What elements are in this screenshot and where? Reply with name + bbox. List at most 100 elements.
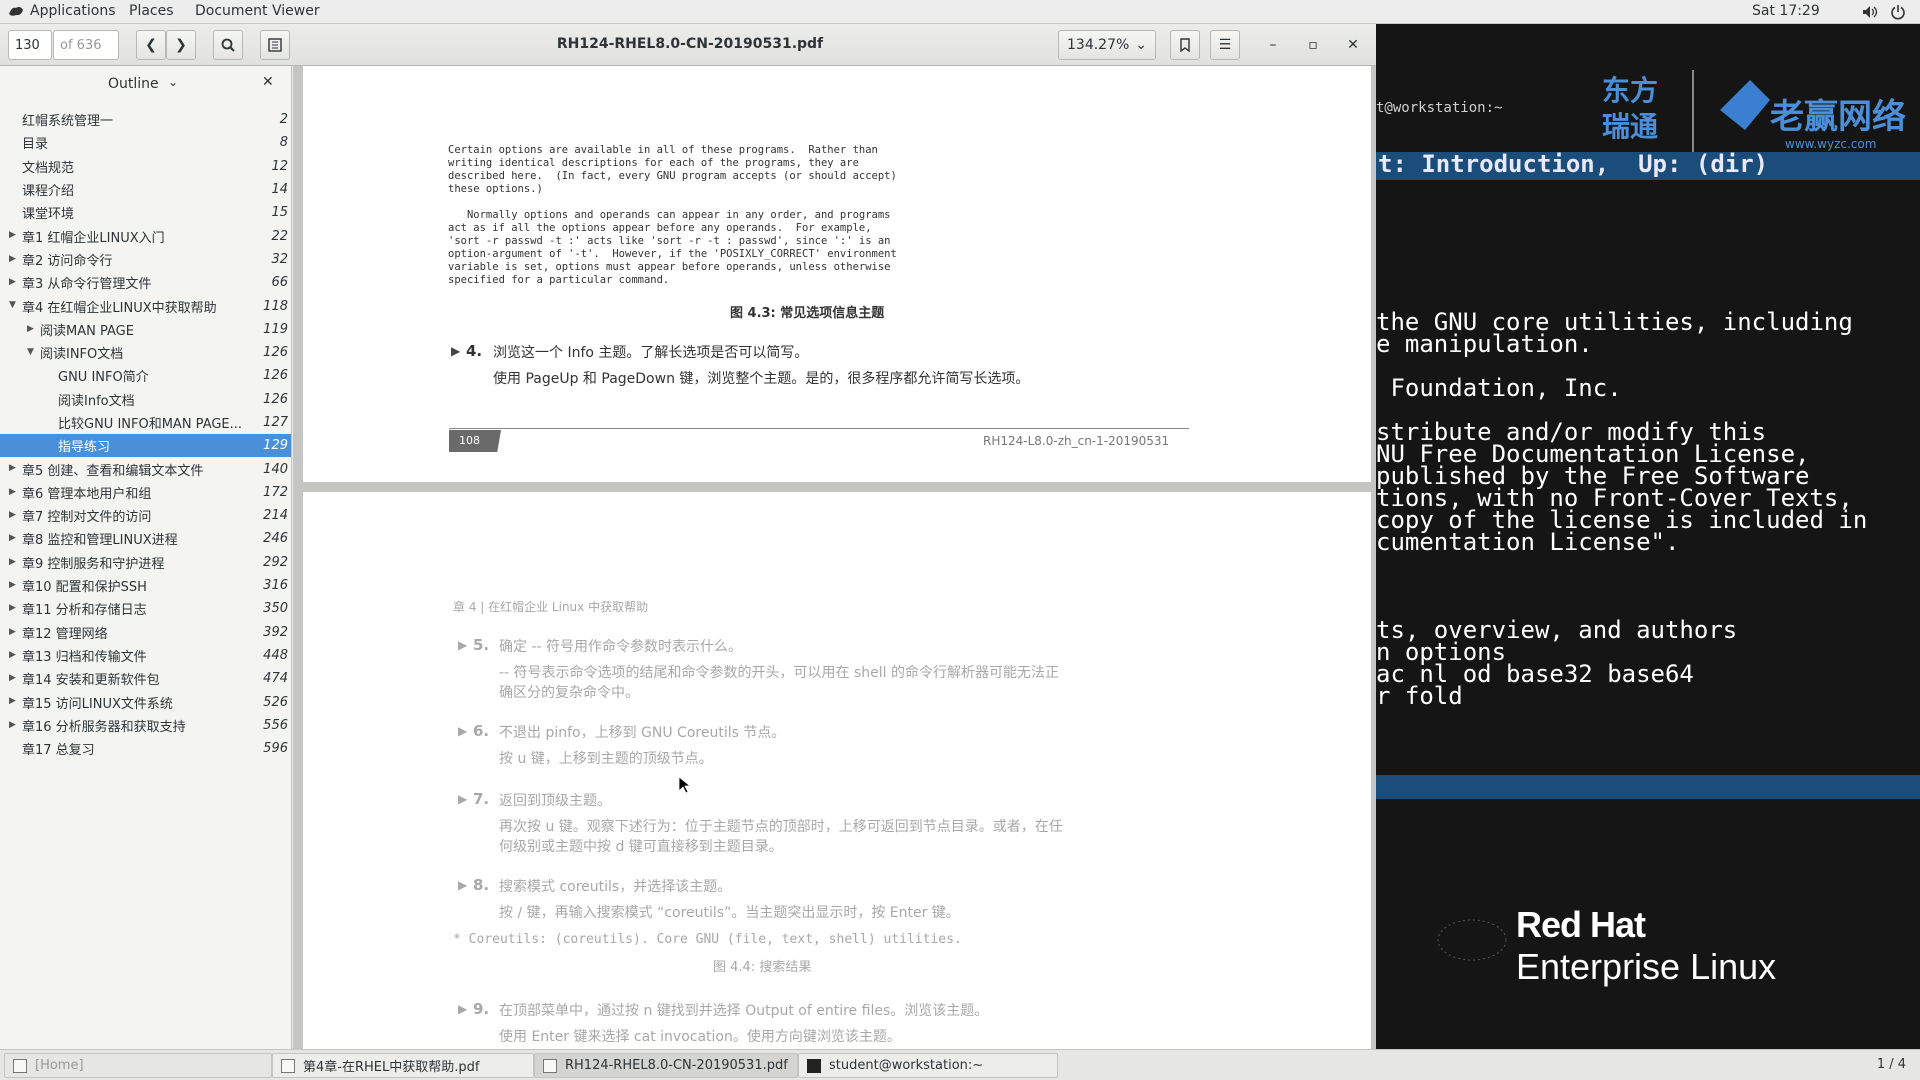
outline-item[interactable]: ▶ 章15 访问LINUX文件系统 526 <box>0 690 291 713</box>
annotations-button[interactable] <box>1170 30 1200 60</box>
outline-item-page: 32 <box>271 251 288 267</box>
volume-icon[interactable] <box>1862 5 1878 19</box>
outline-item-page: 172 <box>263 484 288 500</box>
collapsed-triangle-icon[interactable]: ▶ <box>9 650 16 660</box>
outline-item[interactable]: 课程介绍 14 <box>0 178 291 201</box>
outline-item-page: 14 <box>271 182 288 198</box>
step-detail: -- 符号表示命令选项的结尾和命令参数的开头，可以用在 shell 的命令行解析… <box>499 665 1060 681</box>
outline-item-label: 比较GNU INFO和MAN PAGE... <box>58 417 243 432</box>
collapsed-triangle-icon[interactable]: ▶ <box>9 487 16 497</box>
taskbar-item-course-pdf[interactable]: RH124-RHEL8.0-CN-20190531.pdf <box>534 1053 798 1078</box>
collapsed-triangle-icon[interactable]: ▶ <box>9 720 16 730</box>
bookmark-icon <box>1180 38 1190 52</box>
next-page-button[interactable]: ❯ <box>166 30 196 60</box>
outline-item[interactable]: 指导练习 129 <box>0 434 291 458</box>
outline-item[interactable]: GNU INFO简介 126 <box>0 364 291 387</box>
clock[interactable]: Sat 17:29 <box>1752 3 1820 19</box>
outline-item[interactable]: ▼ 阅读INFO文档 126 <box>0 341 291 364</box>
outline-item[interactable]: ▶ 章7 控制对文件的访问 214 <box>0 504 291 527</box>
applications-menu[interactable]: Applications <box>30 3 116 19</box>
expand-triangle-icon[interactable]: ▶ <box>458 638 467 652</box>
collapsed-triangle-icon[interactable]: ▶ <box>9 603 16 613</box>
expand-triangle-icon[interactable]: ▶ <box>458 724 467 738</box>
outline-item-page: 448 <box>263 647 288 663</box>
outline-item[interactable]: 课堂环境 15 <box>0 201 291 224</box>
workspace-pager[interactable]: 1 / 4 <box>1877 1057 1906 1072</box>
outline-item[interactable]: ▶ 章10 配置和保护SSH 316 <box>0 574 291 597</box>
outline-selector[interactable]: Outline <box>108 76 159 92</box>
outline-item[interactable]: ▶ 章5 创建、查看和编辑文本文件 140 <box>0 457 291 480</box>
outline-item[interactable]: ▶ 章13 归档和传输文件 448 <box>0 644 291 667</box>
outline-item[interactable]: ▶ 章14 安装和更新软件包 474 <box>0 667 291 690</box>
outline-item-page: 66 <box>271 275 288 291</box>
collapsed-triangle-icon[interactable]: ▶ <box>9 463 16 473</box>
expanded-triangle-icon[interactable]: ▼ <box>27 347 34 357</box>
maximize-icon: ▫ <box>1308 37 1318 53</box>
power-icon[interactable] <box>1890 4 1906 20</box>
expand-triangle-icon[interactable]: ▶ <box>458 878 467 892</box>
outline-item[interactable]: 目录 8 <box>0 131 291 154</box>
outline-item[interactable]: ▶ 章16 分析服务器和获取支持 556 <box>0 714 291 737</box>
previous-page-button[interactable]: ❮ <box>136 30 166 60</box>
outline-item-label: 指导练习 <box>58 440 111 456</box>
close-sidebar-icon[interactable]: ✕ <box>262 74 274 90</box>
outline-item[interactable]: ▶ 章8 监控和管理LINUX进程 246 <box>0 527 291 550</box>
outline-item[interactable]: ▶ 阅读MAN PAGE 119 <box>0 318 291 341</box>
collapsed-triangle-icon[interactable]: ▶ <box>9 627 16 637</box>
step-detail: 使用 Enter 键来选择 cat invocation。使用方向键浏览该主题。 <box>499 1029 901 1045</box>
collapsed-triangle-icon[interactable]: ▶ <box>9 557 16 567</box>
collapsed-triangle-icon[interactable]: ▶ <box>9 673 16 683</box>
page-number-input[interactable]: 130 <box>8 30 52 60</box>
outline-item[interactable]: 文档规范 12 <box>0 155 291 178</box>
maximize-button[interactable]: ▫ <box>1302 34 1324 56</box>
taskbar-item-chapter-pdf[interactable]: 第4章-在RHEL中获取帮助.pdf <box>272 1053 534 1078</box>
outline-item-label: 目录 <box>22 137 49 153</box>
outline-item[interactable]: ▼ 章4 在红帽企业LINUX中获取帮助 118 <box>0 294 291 317</box>
places-menu[interactable]: Places <box>129 3 174 19</box>
terminal-window[interactable]: t@workstation:~ 东方 瑞通 老赢网络 www.wyzc.com … <box>1376 24 1920 1049</box>
outline-item[interactable]: ▶ 章1 红帽企业LINUX入门 22 <box>0 224 291 247</box>
zoom-select[interactable]: 134.27% ⌄ <box>1058 30 1156 60</box>
outline-item[interactable]: ▶ 章6 管理本地用户和组 172 <box>0 481 291 504</box>
outline-item[interactable]: ▶ 章3 从命令行管理文件 66 <box>0 271 291 294</box>
collapsed-triangle-icon[interactable]: ▶ <box>9 510 16 520</box>
step-number: 4. <box>466 342 483 360</box>
sidebar-toggle-button[interactable] <box>260 30 290 60</box>
outline-item[interactable]: ▶ 章9 控制服务和守护进程 292 <box>0 551 291 574</box>
outline-item[interactable]: 比较GNU INFO和MAN PAGE... 127 <box>0 411 291 434</box>
close-button[interactable]: ✕ <box>1342 34 1364 56</box>
outline-item[interactable]: ▶ 章12 管理网络 392 <box>0 621 291 644</box>
expand-triangle-icon[interactable]: ▶ <box>458 1002 467 1016</box>
expanded-triangle-icon[interactable]: ▼ <box>9 300 16 310</box>
search-button[interactable] <box>213 30 243 60</box>
document-view[interactable]: Certain options are available in all of … <box>293 66 1376 1049</box>
outline-item[interactable]: ▶ 章2 访问命令行 32 <box>0 248 291 271</box>
collapsed-triangle-icon[interactable]: ▶ <box>9 580 16 590</box>
expand-triangle-icon[interactable]: ▶ <box>458 792 467 806</box>
document-viewer-window[interactable]: 130 of 636 ❮ ❯ RH124-RHEL8.0-CN-20190531… <box>0 24 1376 1049</box>
minimize-button[interactable]: – <box>1262 34 1284 56</box>
applications-icon <box>9 6 23 16</box>
collapsed-triangle-icon[interactable]: ▶ <box>9 230 16 240</box>
expand-triangle-icon[interactable]: ▶ <box>451 344 460 358</box>
collapsed-triangle-icon[interactable]: ▶ <box>9 277 16 287</box>
terminal-icon <box>807 1058 821 1073</box>
chevron-left-icon: ❮ <box>145 37 157 53</box>
collapsed-triangle-icon[interactable]: ▶ <box>9 254 16 264</box>
menu-button[interactable]: ☰ <box>1210 30 1240 60</box>
app-menu[interactable]: Document Viewer <box>195 3 320 19</box>
collapsed-triangle-icon[interactable]: ▶ <box>9 696 16 706</box>
taskbar-home[interactable]: [Home] <box>4 1053 272 1078</box>
info-node-header: t: Introduction, Up: (dir) <box>1376 150 1920 180</box>
outline-tree: 红帽系统管理一 2 目录 8 文档规范 12 课程介绍 14 课堂环境 15 ▶ 章1 红帽企业LIN… <box>0 108 291 760</box>
chevron-down-icon[interactable]: ⌄ <box>168 75 178 89</box>
step-number: 8. <box>473 876 490 894</box>
outline-item-page: 8 <box>279 135 288 151</box>
collapsed-triangle-icon[interactable]: ▶ <box>9 533 16 543</box>
outline-item[interactable]: ▶ 章11 分析和存储日志 350 <box>0 597 291 620</box>
outline-item[interactable]: 阅读Info文档 126 <box>0 388 291 411</box>
outline-item[interactable]: 章17 总复习 596 <box>0 737 291 760</box>
outline-item[interactable]: 红帽系统管理一 2 <box>0 108 291 131</box>
collapsed-triangle-icon[interactable]: ▶ <box>27 324 34 334</box>
taskbar-item-terminal[interactable]: student@workstation:~ <box>798 1053 1058 1078</box>
